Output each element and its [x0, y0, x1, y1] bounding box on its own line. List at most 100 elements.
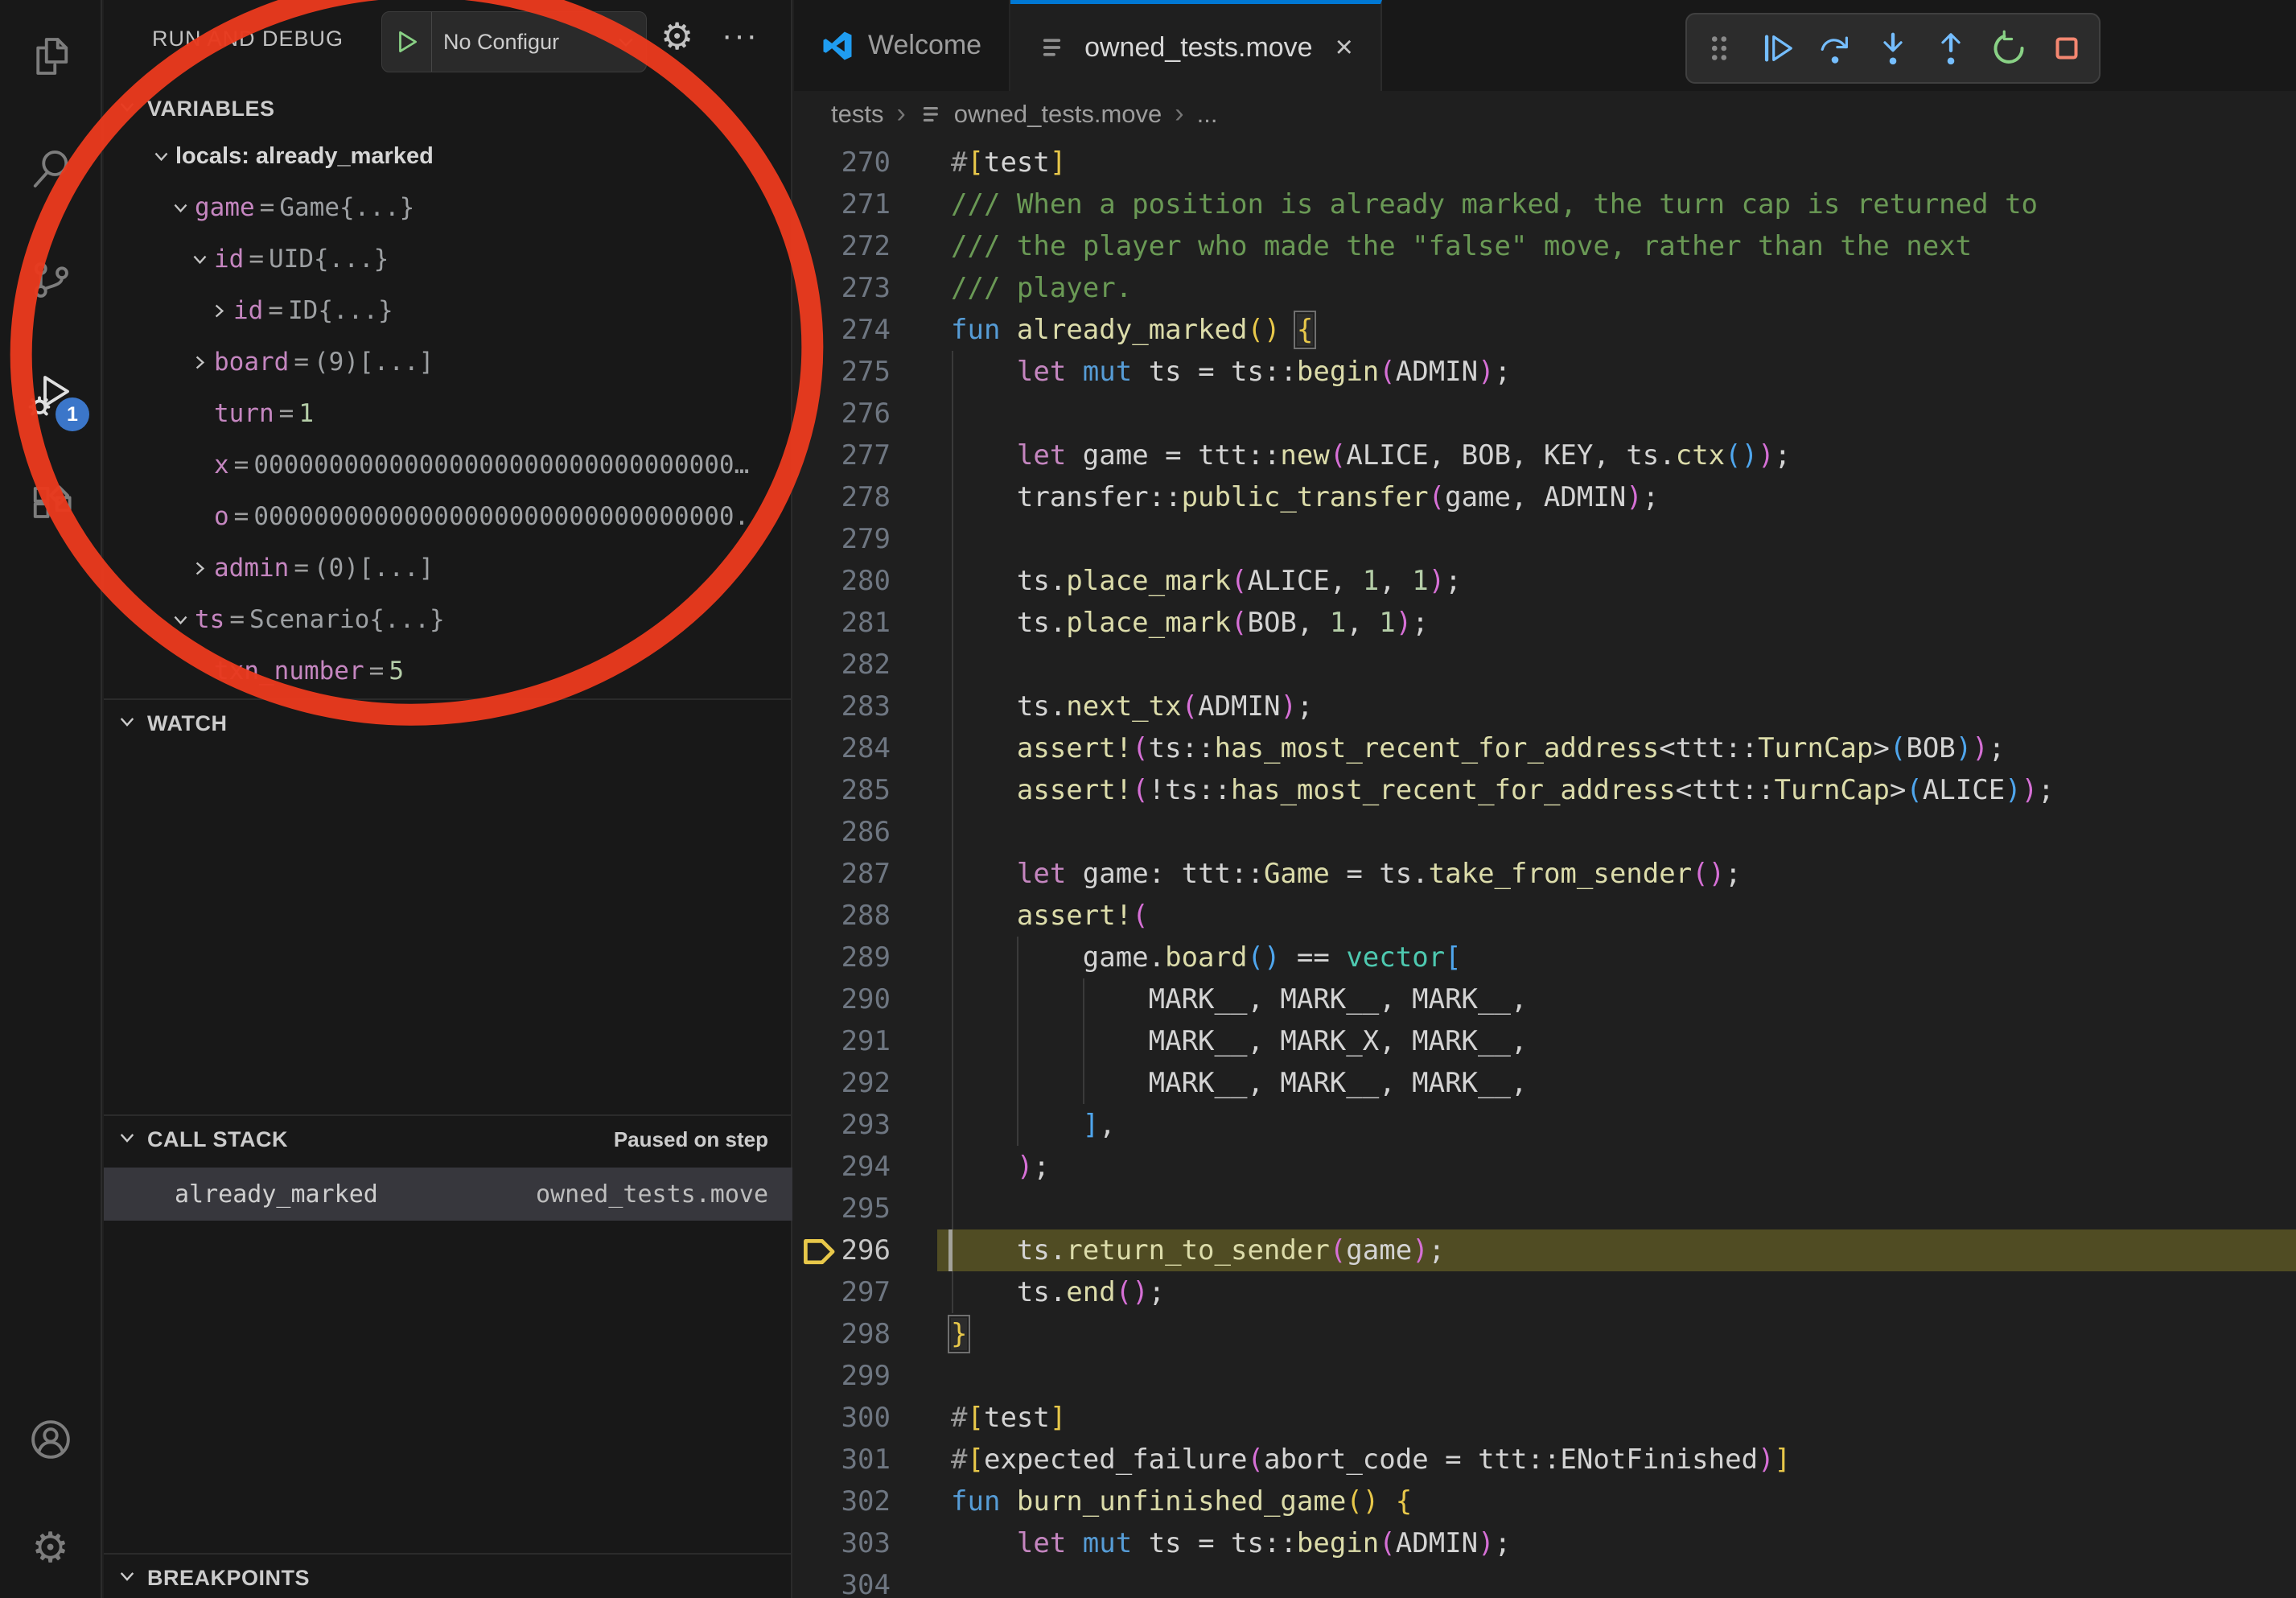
- breadcrumb-item--[interactable]: ...: [1197, 100, 1218, 129]
- variable-row-turn[interactable]: turn=1: [104, 388, 792, 439]
- line-number-288[interactable]: 288: [794, 895, 937, 937]
- line-number-270[interactable]: 270: [794, 142, 937, 183]
- restart-button[interactable]: [1983, 23, 2035, 74]
- drag-handle[interactable]: [1693, 23, 1745, 74]
- line-number-302[interactable]: 302: [794, 1481, 937, 1522]
- activity-bar-item-search[interactable]: [0, 121, 101, 217]
- code-line-text: game.board() == vector[: [937, 937, 2296, 978]
- activity-bar-item-run-and-debug[interactable]: 1: [0, 346, 101, 443]
- line-number-281[interactable]: 281: [794, 602, 937, 644]
- code-line-text: [937, 1188, 2296, 1229]
- panel-title: RUN AND DEBUG: [152, 27, 344, 51]
- line-number-294[interactable]: 294: [794, 1146, 937, 1188]
- continue-button[interactable]: [1751, 23, 1803, 74]
- more-actions-icon[interactable]: ···: [722, 18, 759, 54]
- line-number-273[interactable]: 273: [794, 267, 937, 309]
- close-icon[interactable]: ×: [1335, 31, 1353, 65]
- line-number-298[interactable]: 298: [794, 1313, 937, 1355]
- line-number-279[interactable]: 279: [794, 518, 937, 560]
- code-line-text: ts.end();: [937, 1271, 2296, 1313]
- source-control-icon: [28, 257, 73, 303]
- code-line-278: 278 transfer::public_transfer(game, ADMI…: [794, 476, 2296, 518]
- code-line-290: 290 MARK__, MARK__, MARK__,: [794, 978, 2296, 1020]
- variable-row-id[interactable]: id=ID{...}: [104, 285, 792, 336]
- line-number-295[interactable]: 295: [794, 1188, 937, 1229]
- breakpoints-section: BREAKPOINTS: [104, 1553, 792, 1598]
- call-stack-frame[interactable]: already_marked owned_tests.move: [104, 1168, 792, 1221]
- line-number-301[interactable]: 301: [794, 1439, 937, 1481]
- line-number-276[interactable]: 276: [794, 393, 937, 435]
- step-into-button[interactable]: [1867, 23, 1919, 74]
- step-out-button[interactable]: [1925, 23, 1977, 74]
- breadcrumb-item-owned-tests-move[interactable]: owned_tests.move: [919, 100, 1162, 129]
- variables-scope-row[interactable]: locals: already_marked: [104, 130, 792, 182]
- variable-row-txn_number[interactable]: txn_number=5: [104, 645, 792, 697]
- move-file-icon: [1038, 31, 1070, 64]
- debug-session-badge: 1: [56, 397, 89, 431]
- code-line-281: 281 ts.place_mark(BOB, 1, 1);: [794, 602, 2296, 644]
- watch-section-header[interactable]: WATCH: [104, 700, 792, 747]
- line-number-287[interactable]: 287: [794, 853, 937, 895]
- line-number-274[interactable]: 274: [794, 309, 937, 351]
- code-line-text: [937, 811, 2296, 853]
- line-number-291[interactable]: 291: [794, 1020, 937, 1062]
- tab-welcome[interactable]: Welcome: [794, 0, 1010, 91]
- variable-row-x[interactable]: x=00000000000000000000000000000000…: [104, 439, 792, 491]
- code-line-288: 288 assert!(: [794, 895, 2296, 937]
- watch-section: WATCH: [104, 698, 792, 1114]
- code-line-284: 284 assert!(ts::has_most_recent_for_addr…: [794, 727, 2296, 769]
- line-number-278[interactable]: 278: [794, 476, 937, 518]
- line-number-277[interactable]: 277: [794, 435, 937, 476]
- line-number-303[interactable]: 303: [794, 1522, 937, 1564]
- tab-owned-tests-move[interactable]: owned_tests.move×: [1010, 0, 1382, 91]
- variable-row-o[interactable]: o=00000000000000000000000000000000.: [104, 491, 792, 542]
- line-number-293[interactable]: 293: [794, 1104, 937, 1146]
- chevron-down-icon: [117, 1127, 138, 1152]
- activity-bar-item-extensions[interactable]: [0, 457, 101, 554]
- variable-row-admin[interactable]: admin=(0)[...]: [104, 542, 792, 594]
- debug-settings-gear-icon[interactable]: ⚙: [660, 14, 693, 58]
- code-line-285: 285 assert!(!ts::has_most_recent_for_add…: [794, 769, 2296, 811]
- start-debugging-button[interactable]: [382, 12, 432, 72]
- line-number-299[interactable]: 299: [794, 1355, 937, 1397]
- breakpoints-section-header[interactable]: BREAKPOINTS: [104, 1555, 792, 1598]
- activity-bar-item-manage[interactable]: ⚙: [0, 1500, 101, 1596]
- breadcrumb-separator: ›: [896, 98, 905, 130]
- line-number-284[interactable]: 284: [794, 727, 937, 769]
- variables-section-header[interactable]: VARIABLES: [104, 85, 792, 132]
- line-number-304[interactable]: 304: [794, 1564, 937, 1598]
- line-number-286[interactable]: 286: [794, 811, 937, 853]
- chevron-down-icon[interactable]: [606, 31, 646, 53]
- line-number-280[interactable]: 280: [794, 560, 937, 602]
- launch-config-dropdown[interactable]: No Configur: [432, 30, 606, 55]
- line-number-282[interactable]: 282: [794, 644, 937, 686]
- variable-row-board[interactable]: board=(9)[...]: [104, 336, 792, 388]
- stop-button[interactable]: [2041, 23, 2092, 74]
- line-number-297[interactable]: 297: [794, 1271, 937, 1313]
- line-number-296[interactable]: 296: [794, 1229, 937, 1271]
- code-line-296: 296 ts.return_to_sender(game);: [794, 1229, 2296, 1271]
- line-number-292[interactable]: 292: [794, 1062, 937, 1104]
- activity-bar-item-source-control[interactable]: [0, 232, 101, 328]
- variable-row-id[interactable]: id=UID{...}: [104, 233, 792, 285]
- line-number-275[interactable]: 275: [794, 351, 937, 393]
- activity-bar-item-explorer[interactable]: [0, 8, 101, 105]
- variable-row-ts[interactable]: ts=Scenario{...}: [104, 594, 792, 645]
- call-stack-section-header[interactable]: CALL STACK Paused on step: [104, 1116, 792, 1163]
- files-icon: [28, 34, 73, 79]
- run-and-debug-panel: RUN AND DEBUG No Configur ⚙ ···: [104, 0, 792, 1598]
- line-number-272[interactable]: 272: [794, 225, 937, 267]
- code-line-text: /// the player who made the "false" move…: [937, 225, 2296, 267]
- step-over-button[interactable]: [1809, 23, 1861, 74]
- line-number-283[interactable]: 283: [794, 686, 937, 727]
- activity-bar-item-account[interactable]: [0, 1391, 101, 1488]
- variable-row-game[interactable]: game=Game{...}: [104, 182, 792, 233]
- line-number-289[interactable]: 289: [794, 937, 937, 978]
- chevron-down-icon: [146, 146, 175, 167]
- code-line-289: 289 game.board() == vector[: [794, 937, 2296, 978]
- line-number-285[interactable]: 285: [794, 769, 937, 811]
- line-number-271[interactable]: 271: [794, 183, 937, 225]
- line-number-300[interactable]: 300: [794, 1397, 937, 1439]
- breadcrumb-item-tests[interactable]: tests: [831, 100, 883, 129]
- line-number-290[interactable]: 290: [794, 978, 937, 1020]
